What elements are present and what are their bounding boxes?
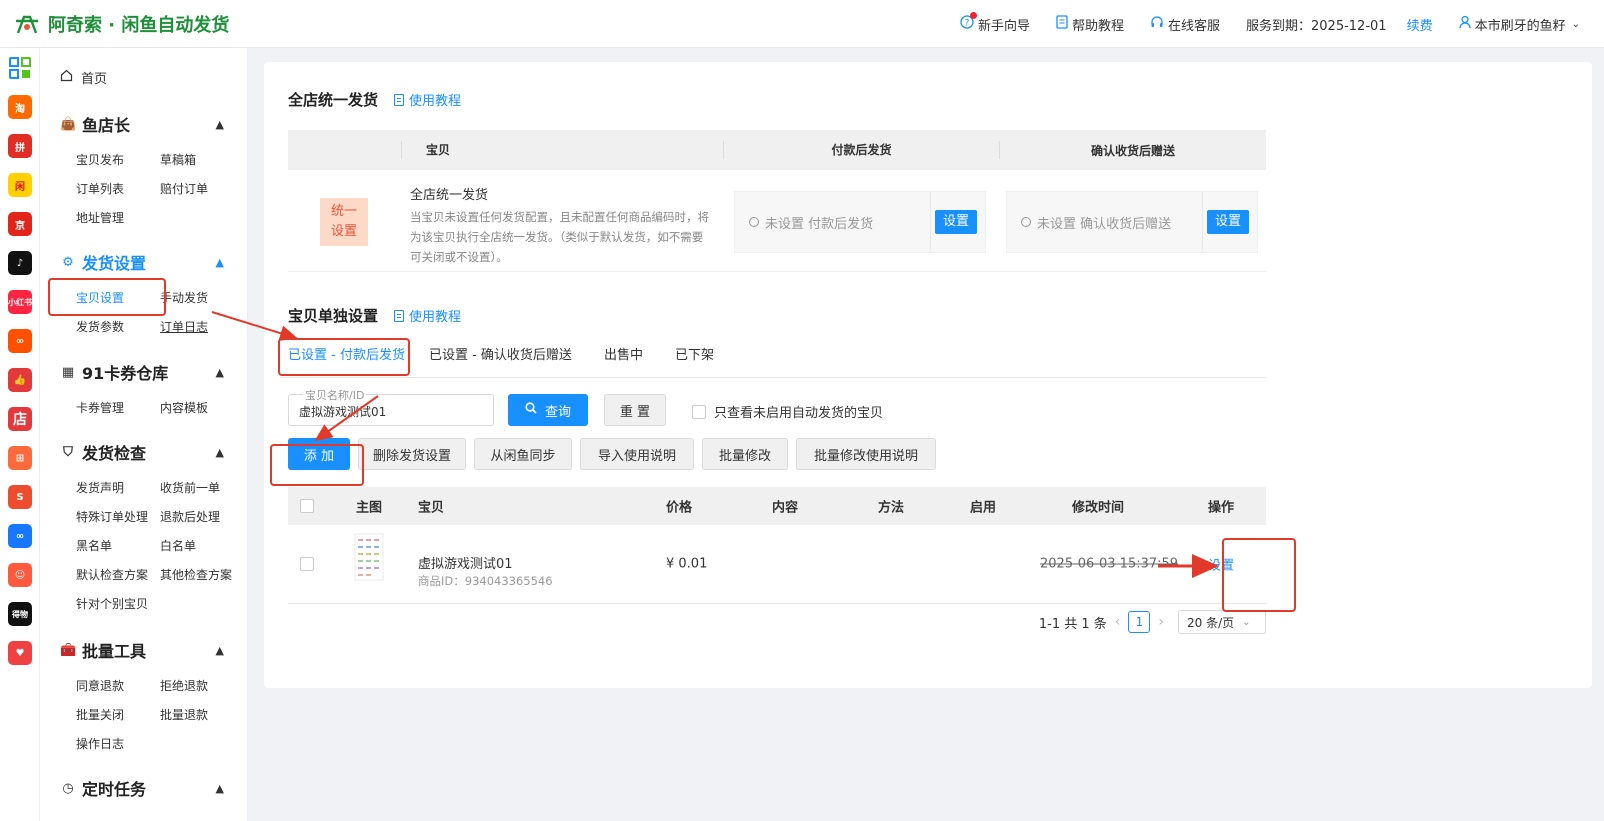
arrow-to-add-button bbox=[314, 395, 379, 442]
arrow-to-paid-tab bbox=[211, 311, 298, 341]
annotation-arrows bbox=[211, 311, 1219, 578]
